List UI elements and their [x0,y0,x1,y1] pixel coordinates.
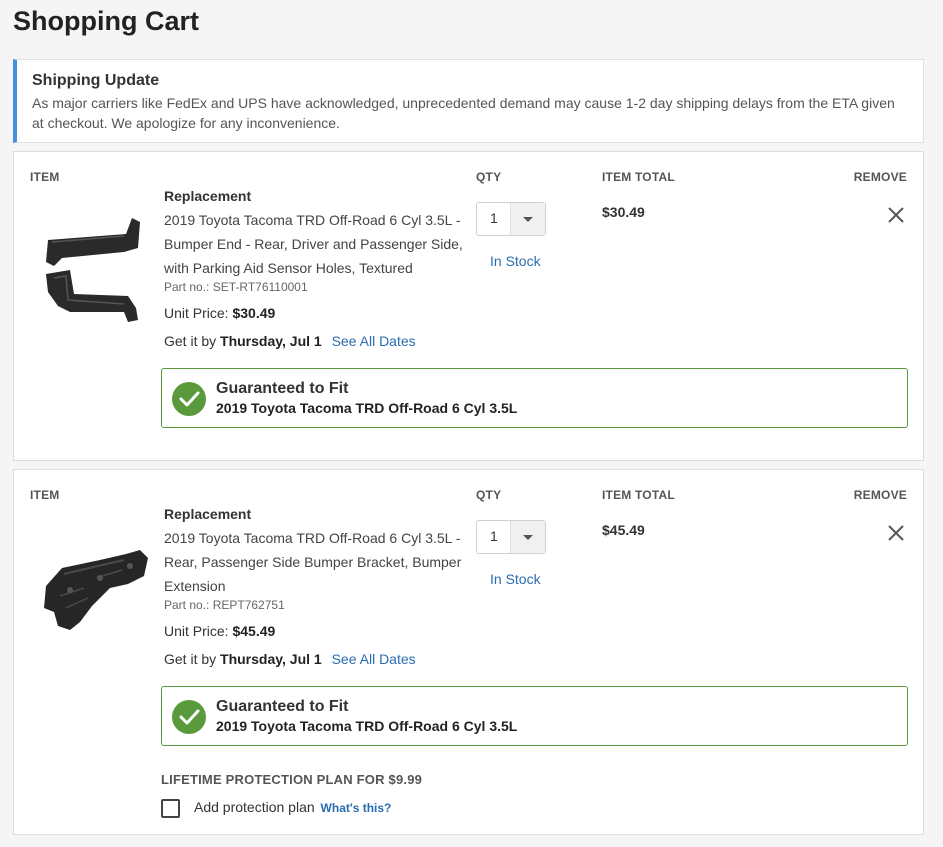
protection-plan-checkbox[interactable] [161,799,180,818]
product-image[interactable] [40,526,150,636]
part-number: Part no.: REPT762751 [164,598,285,612]
product-image[interactable] [40,212,150,322]
column-header-total: ITEM TOTAL [602,488,675,502]
delivery-date: Thursday, Jul 1 [220,333,322,349]
stock-status: In Stock [490,571,541,587]
whats-this-link[interactable]: What's this? [321,801,392,815]
page-title: Shopping Cart [13,6,199,36]
protection-plan-title: LIFETIME PROTECTION PLAN FOR $9.99 [161,772,423,787]
fit-vehicle: 2019 Toyota Tacoma TRD Off-Road 6 Cyl 3.… [216,718,518,734]
see-all-dates-link[interactable]: See All Dates [332,651,416,667]
quantity-select[interactable]: 1 [476,202,546,236]
see-all-dates-link[interactable]: See All Dates [332,333,416,349]
item-total: $30.49 [602,204,645,220]
column-header-qty: QTY [476,488,502,502]
column-header-item: ITEM [30,488,60,502]
product-name[interactable]: 2019 Toyota Tacoma TRD Off-Road 6 Cyl 3.… [164,208,464,280]
delivery-label: Get it by [164,651,217,667]
guaranteed-fit-box: Guaranteed to Fit 2019 Toyota Tacoma TRD… [161,686,908,746]
column-header-qty: QTY [476,170,502,184]
stock-status: In Stock [490,253,541,269]
chevron-down-icon [510,203,545,235]
guaranteed-fit-box: Guaranteed to Fit 2019 Toyota Tacoma TRD… [161,368,908,428]
unit-price: Unit Price: $45.49 [164,623,275,639]
column-header-remove: REMOVE [853,170,907,184]
quantity-value: 1 [490,210,498,226]
column-header-remove: REMOVE [853,488,907,502]
column-header-total: ITEM TOTAL [602,170,675,184]
delivery-estimate: Get it by Thursday, Jul 1 See All Dates [164,651,416,667]
item-total: $45.49 [602,522,645,538]
unit-price-label: Unit Price: [164,623,229,639]
unit-price-value: $30.49 [232,305,276,321]
quantity-value: 1 [490,528,498,544]
delivery-estimate: Get it by Thursday, Jul 1 See All Dates [164,333,416,349]
notice-text: As major carriers like FedEx and UPS hav… [32,95,895,131]
delivery-label: Get it by [164,333,217,349]
quantity-select[interactable]: 1 [476,520,546,554]
check-icon [172,382,206,416]
delivery-date: Thursday, Jul 1 [220,651,322,667]
product-brand: Replacement [164,188,252,204]
cart-item: ITEM QTY ITEM TOTAL REMOVE Replacement 2… [13,151,924,461]
product-name[interactable]: 2019 Toyota Tacoma TRD Off-Road 6 Cyl 3.… [164,526,464,598]
unit-price: Unit Price: $30.49 [164,305,275,321]
column-header-item: ITEM [30,170,60,184]
part-number: Part no.: SET-RT76110001 [164,280,308,294]
unit-price-label: Unit Price: [164,305,229,321]
close-icon[interactable] [886,523,906,543]
fit-title: Guaranteed to Fit [216,698,349,715]
close-icon[interactable] [886,205,906,225]
chevron-down-icon [510,521,545,553]
cart-item: ITEM QTY ITEM TOTAL REMOVE Replacement 2… [13,469,924,835]
fit-vehicle: 2019 Toyota Tacoma TRD Off-Road 6 Cyl 3.… [216,400,518,416]
product-brand: Replacement [164,506,252,522]
unit-price-value: $45.49 [232,623,276,639]
protection-plan-option: Add protection plan What's this? [194,799,391,815]
fit-title: Guaranteed to Fit [216,380,349,397]
shipping-notice: Shipping Update As major carriers like F… [13,59,924,143]
protection-plan-label[interactable]: Add protection plan [194,799,315,815]
check-icon [172,700,206,734]
notice-title: Shipping Update [32,72,160,89]
